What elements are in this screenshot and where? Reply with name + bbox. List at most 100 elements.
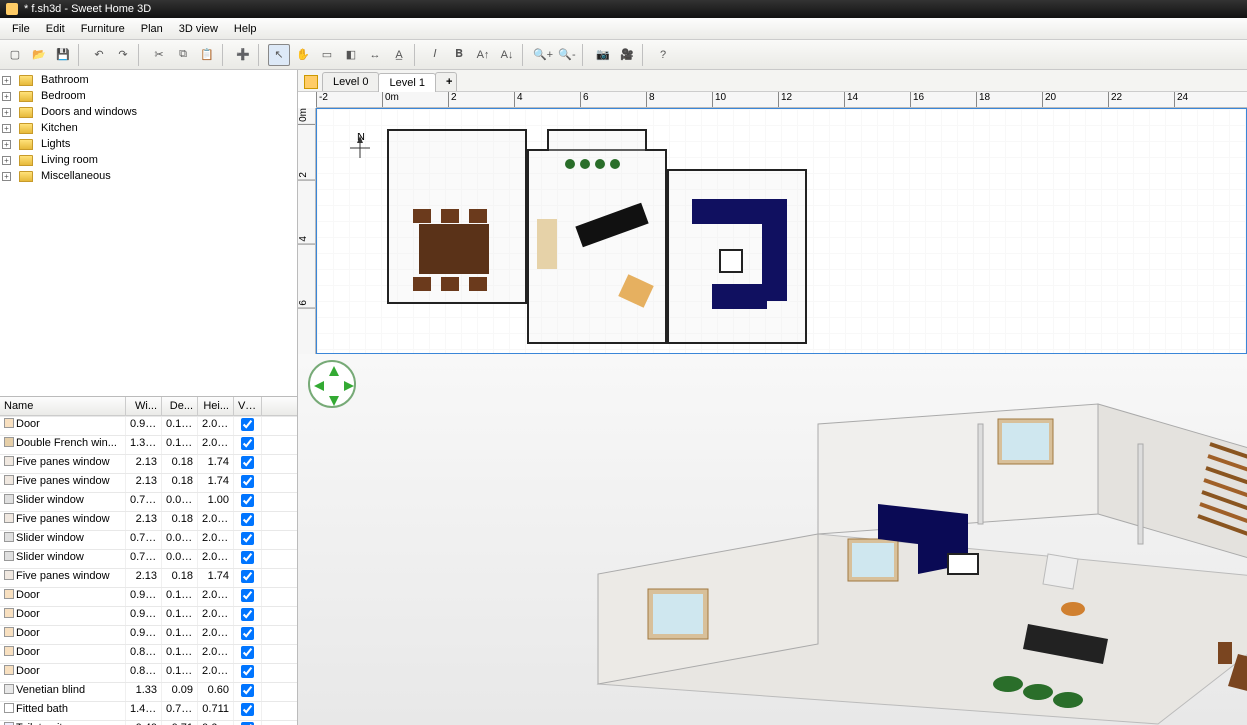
catalog-bathroom[interactable]: +Bathroom bbox=[0, 72, 297, 88]
visible-checkbox[interactable] bbox=[241, 589, 254, 602]
menu-3d-view[interactable]: 3D view bbox=[171, 20, 226, 38]
furniture-catalog-tree[interactable]: +Bathroom+Bedroom+Doors and windows+Kitc… bbox=[0, 70, 297, 396]
redo-button[interactable]: ↷ bbox=[112, 44, 134, 66]
select-button[interactable]: ↖ bbox=[268, 44, 290, 66]
video-button[interactable]: 🎥 bbox=[616, 44, 638, 66]
nav-pad-icon[interactable] bbox=[308, 360, 356, 408]
decrease-size-button[interactable]: A↓ bbox=[496, 44, 518, 66]
expand-icon[interactable]: + bbox=[2, 108, 11, 117]
table-row[interactable]: Door0.9140.1482.083 bbox=[0, 416, 297, 435]
plan-canvas[interactable]: N bbox=[316, 108, 1247, 354]
italic-button[interactable]: 𝐼 bbox=[424, 44, 446, 66]
visible-checkbox[interactable] bbox=[241, 437, 254, 450]
table-row[interactable]: Slider window0.7210.0811.00 bbox=[0, 492, 297, 511]
coffee-table[interactable] bbox=[719, 249, 743, 273]
catalog-miscellaneous[interactable]: +Miscellaneous bbox=[0, 168, 297, 184]
create-dimensions-button[interactable]: ↔ bbox=[364, 44, 386, 66]
col-visible[interactable]: Visi... bbox=[234, 397, 262, 415]
col-width[interactable]: Wi... bbox=[126, 397, 162, 415]
expand-icon[interactable]: + bbox=[2, 76, 11, 85]
photo-button[interactable]: 📷 bbox=[592, 44, 614, 66]
copy-button[interactable]: ⧉ bbox=[172, 44, 194, 66]
visible-checkbox[interactable] bbox=[241, 418, 254, 431]
sofa-small[interactable] bbox=[537, 219, 557, 269]
dining-table[interactable] bbox=[419, 224, 489, 274]
catalog-doors-and-windows[interactable]: +Doors and windows bbox=[0, 104, 297, 120]
table-row[interactable]: Slider window0.7710.0812.099 bbox=[0, 530, 297, 549]
col-height[interactable]: Hei... bbox=[198, 397, 234, 415]
table-row[interactable]: Venetian blind1.330.090.60 bbox=[0, 682, 297, 701]
visible-checkbox[interactable] bbox=[241, 456, 254, 469]
tab-add-level[interactable]: + bbox=[435, 72, 457, 91]
col-name[interactable]: Name bbox=[0, 397, 126, 415]
plan-2d-view[interactable]: -20m24681012141618202224 0m246 N bbox=[298, 92, 1247, 354]
expand-icon[interactable]: + bbox=[2, 92, 11, 101]
table-row[interactable]: Door0.8740.1482.083 bbox=[0, 663, 297, 682]
create-text-button[interactable]: A̲ bbox=[388, 44, 410, 66]
table-row[interactable]: Double French win...1.3210.1052.099 bbox=[0, 435, 297, 454]
chair[interactable] bbox=[413, 209, 431, 223]
visible-checkbox[interactable] bbox=[241, 475, 254, 488]
plant-icon[interactable] bbox=[580, 159, 590, 169]
cut-button[interactable]: ✂ bbox=[148, 44, 170, 66]
plant-icon[interactable] bbox=[610, 159, 620, 169]
visible-checkbox[interactable] bbox=[241, 551, 254, 564]
increase-size-button[interactable]: A↑ bbox=[472, 44, 494, 66]
table-row[interactable]: Door0.9140.1482.083 bbox=[0, 606, 297, 625]
table-row[interactable]: Five panes window2.130.181.74 bbox=[0, 473, 297, 492]
table-row[interactable]: Five panes window2.130.182.045 bbox=[0, 511, 297, 530]
menu-help[interactable]: Help bbox=[226, 20, 265, 38]
table-row[interactable]: Toilet unit0.400.710.622 bbox=[0, 720, 297, 725]
tab-level-0[interactable]: Level 0 bbox=[322, 72, 379, 91]
plant-icon[interactable] bbox=[565, 159, 575, 169]
compass-icon[interactable]: N bbox=[345, 133, 375, 169]
table-row[interactable]: Five panes window2.130.181.74 bbox=[0, 454, 297, 473]
chair[interactable] bbox=[469, 209, 487, 223]
zoom-in-button[interactable]: 🔍+ bbox=[532, 44, 554, 66]
expand-icon[interactable]: + bbox=[2, 140, 11, 149]
visible-checkbox[interactable] bbox=[241, 703, 254, 716]
new-button[interactable]: ▢ bbox=[4, 44, 26, 66]
home-furniture-table[interactable]: Name Wi... De... Hei... Visi... Door0.91… bbox=[0, 396, 297, 725]
table-row[interactable]: Door0.9140.1482.083 bbox=[0, 587, 297, 606]
plant-icon[interactable] bbox=[595, 159, 605, 169]
zoom-out-button[interactable]: 🔍- bbox=[556, 44, 578, 66]
catalog-bedroom[interactable]: +Bedroom bbox=[0, 88, 297, 104]
visible-checkbox[interactable] bbox=[241, 494, 254, 507]
col-depth[interactable]: De... bbox=[162, 397, 198, 415]
create-rooms-button[interactable]: ◧ bbox=[340, 44, 362, 66]
menu-furniture[interactable]: Furniture bbox=[73, 20, 133, 38]
chair[interactable] bbox=[469, 277, 487, 291]
scene-3d[interactable] bbox=[518, 364, 1247, 725]
pan-button[interactable]: ✋ bbox=[292, 44, 314, 66]
table-row[interactable]: Fitted bath1.4580.7620.711 bbox=[0, 701, 297, 720]
open-button[interactable]: 📂 bbox=[28, 44, 50, 66]
visible-checkbox[interactable] bbox=[241, 532, 254, 545]
menu-file[interactable]: File bbox=[4, 20, 38, 38]
create-walls-button[interactable]: ▭ bbox=[316, 44, 338, 66]
help-button[interactable]: ? bbox=[652, 44, 674, 66]
tab-level-1[interactable]: Level 1 bbox=[378, 73, 435, 92]
add-furniture-button[interactable]: ➕ bbox=[232, 44, 254, 66]
catalog-kitchen[interactable]: +Kitchen bbox=[0, 120, 297, 136]
chair[interactable] bbox=[441, 209, 459, 223]
menu-edit[interactable]: Edit bbox=[38, 20, 73, 38]
view-3d[interactable] bbox=[298, 354, 1247, 725]
visible-checkbox[interactable] bbox=[241, 627, 254, 640]
visible-checkbox[interactable] bbox=[241, 570, 254, 583]
expand-icon[interactable]: + bbox=[2, 124, 11, 133]
chair[interactable] bbox=[441, 277, 459, 291]
paste-button[interactable]: 📋 bbox=[196, 44, 218, 66]
bold-button[interactable]: 𝐁 bbox=[448, 44, 470, 66]
catalog-living-room[interactable]: +Living room bbox=[0, 152, 297, 168]
table-row[interactable]: Slider window0.7710.0812.099 bbox=[0, 549, 297, 568]
visible-checkbox[interactable] bbox=[241, 684, 254, 697]
floorplan[interactable] bbox=[387, 129, 817, 349]
table-row[interactable]: Five panes window2.130.181.74 bbox=[0, 568, 297, 587]
bay-window[interactable] bbox=[547, 129, 647, 151]
undo-button[interactable]: ↶ bbox=[88, 44, 110, 66]
table-header[interactable]: Name Wi... De... Hei... Visi... bbox=[0, 397, 297, 416]
table-row[interactable]: Door0.9140.1482.083 bbox=[0, 625, 297, 644]
visible-checkbox[interactable] bbox=[241, 513, 254, 526]
table-row[interactable]: Door0.8740.1482.083 bbox=[0, 644, 297, 663]
